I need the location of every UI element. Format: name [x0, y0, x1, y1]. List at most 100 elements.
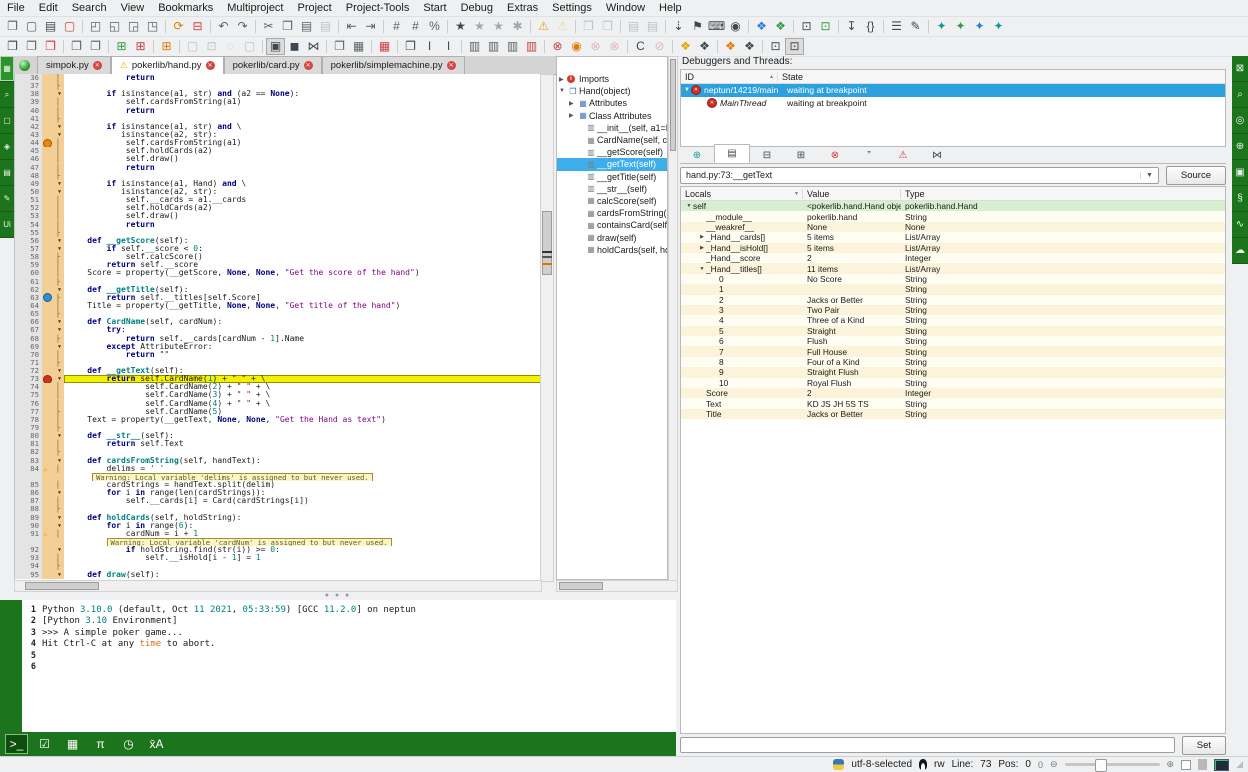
- code-text[interactable]: [64, 505, 541, 513]
- fold-arrow-icon[interactable]: ▼: [58, 237, 61, 245]
- code-text[interactable]: self.CardName(5): [64, 408, 541, 416]
- menu-item-project[interactable]: Project: [291, 2, 339, 14]
- editor-margin[interactable]: ├: [42, 82, 64, 91]
- editor-margin[interactable]: ▼: [42, 570, 64, 579]
- line-number[interactable]: 91: [15, 529, 42, 539]
- editor-margin[interactable]: ▼: [42, 342, 64, 351]
- editor-margin[interactable]: ├: [42, 228, 64, 237]
- next-breakpoint-button[interactable]: ⊗: [586, 38, 605, 55]
- panel-toggle-icon[interactable]: [1198, 759, 1208, 770]
- outline-item[interactable]: ▦containsCard(self, c, c: [557, 219, 667, 231]
- stack-frame-combobox[interactable]: hand.py:73:__getText ▼: [680, 166, 1159, 184]
- tab-call-stack[interactable]: ⊟: [750, 147, 784, 163]
- attach-window-button[interactable]: ⊡: [785, 37, 804, 55]
- fold-arrow-icon[interactable]: ▼: [58, 367, 61, 375]
- save-file-as-button[interactable]: ◱: [105, 18, 124, 35]
- variable-row[interactable]: ▶ _Hand__cards[] 5 items List/Array: [681, 232, 1225, 243]
- uncomment-button[interactable]: #: [406, 18, 425, 35]
- expander-icon[interactable]: ▶: [569, 112, 577, 119]
- goto-last-edit-button[interactable]: ⇣: [669, 18, 688, 35]
- zoom-box-button[interactable]: ▢: [240, 38, 259, 55]
- variable-row[interactable]: _Hand__score 2 Integer: [681, 252, 1225, 264]
- outline-item[interactable]: ▦ draw(self): [557, 231, 667, 243]
- tab-global-variables[interactable]: ⊕: [680, 147, 714, 163]
- outline-item[interactable]: ▦CardName(self, cardN: [557, 134, 667, 146]
- fold-arrow-icon[interactable]: ▼: [58, 131, 61, 139]
- outline-item[interactable]: ▥ __str__(self): [557, 183, 667, 195]
- edit-properties-button[interactable]: ✎: [906, 18, 925, 35]
- expander-icon[interactable]: ▶: [569, 100, 577, 107]
- editor-margin[interactable]: ▼: [42, 326, 64, 335]
- sidebar-mqtt-monitor[interactable]: ☁: [1232, 238, 1248, 264]
- code-text[interactable]: [64, 82, 541, 90]
- sidebar-symbols-viewer[interactable]: ▢: [0, 108, 14, 134]
- variables-column-type[interactable]: Type: [901, 189, 1225, 199]
- tab-exceptions[interactable]: ⊗: [818, 147, 852, 163]
- editor-margin[interactable]: ⚠ │: [42, 464, 64, 473]
- code-text[interactable]: self.holdCards(a2): [64, 147, 541, 155]
- editor-margin[interactable]: │: [42, 163, 64, 172]
- expander-icon[interactable]: ▼: [559, 88, 567, 94]
- code-text[interactable]: Title = property(__getTitle, None, None,…: [64, 302, 541, 310]
- previous-change-button[interactable]: ❒: [598, 18, 617, 35]
- editor-margin[interactable]: │: [42, 212, 64, 221]
- search-open-window-button[interactable]: ❖: [771, 18, 790, 35]
- fold-arrow-icon[interactable]: ▼: [58, 286, 61, 294]
- code-text[interactable]: [64, 115, 541, 123]
- log-viewer-button[interactable]: ◷: [117, 734, 140, 754]
- tab-disassembly[interactable]: ”: [852, 147, 886, 163]
- code-text[interactable]: isinstance(a2, str):: [64, 131, 541, 139]
- code-text[interactable]: def holdCards(self, holdString):: [64, 514, 541, 522]
- variable-row[interactable]: ▶ _Hand__isHold[] 5 items List/Array: [681, 242, 1225, 253]
- code-text[interactable]: self.CardName(4) + " " + \: [64, 400, 541, 408]
- variable-row[interactable]: 8 Four of a Kind String: [681, 356, 1225, 368]
- new-document-view-button[interactable]: ❐: [401, 38, 420, 55]
- code-text[interactable]: [64, 310, 541, 318]
- previous-warning-button[interactable]: ⚠: [553, 18, 572, 35]
- scrollbar-handle[interactable]: [25, 582, 99, 590]
- editor-margin[interactable]: ▼: [42, 244, 64, 254]
- set-button[interactable]: Set: [1181, 735, 1226, 755]
- detach-window-button[interactable]: ⊡: [766, 38, 785, 55]
- variable-row[interactable]: ▼ _Hand__titles[] 11 items List/Array: [681, 263, 1225, 274]
- code-text[interactable]: self.draw(): [64, 155, 541, 163]
- new-file-button[interactable]: ▢: [22, 18, 41, 35]
- profile-table-button[interactable]: ▥: [465, 38, 484, 55]
- code-text[interactable]: [64, 424, 541, 432]
- variable-row[interactable]: 7 Full House String: [681, 346, 1225, 357]
- outline-item[interactable]: ▶ ▦ Class Attributes: [557, 110, 667, 122]
- editor-margin[interactable]: ▼: [42, 521, 64, 530]
- shell-console[interactable]: 1 Python 3.10.0 (default, Oct 11 2021, 05…: [0, 600, 676, 732]
- line-number[interactable]: 84: [15, 464, 42, 473]
- code-text[interactable]: if isinstance(a1, str) and \: [64, 123, 541, 131]
- menu-item-window[interactable]: Window: [599, 2, 652, 14]
- goto-brace-button[interactable]: ⚑: [688, 18, 707, 35]
- editor-margin[interactable]: │: [42, 138, 64, 148]
- outline-item[interactable]: ▼ ❒ Hand(object): [557, 85, 667, 97]
- source-outline-tree[interactable]: ▶ i Imports ▼ ❒ Hand(object) ▶ ▦ Attributes ▶ ▦ Cla…: [556, 56, 668, 580]
- outline-item[interactable]: ▦cardsFromString(self,: [557, 207, 667, 219]
- menu-item-settings[interactable]: Settings: [545, 2, 599, 14]
- code-text[interactable]: if self.__score < 0:: [64, 245, 541, 253]
- tab-local-variables[interactable]: ▤: [714, 144, 750, 163]
- stop-script-button[interactable]: ⊘: [650, 38, 669, 55]
- thread-row[interactable]: ▼ ✕ neptun/14219/main waiting at breakpoint: [681, 84, 1225, 97]
- outline-item[interactable]: ▶ ▦ Attributes: [557, 97, 667, 109]
- editor-margin[interactable]: │: [42, 147, 64, 156]
- code-text[interactable]: return: [64, 74, 541, 82]
- monitor-icon[interactable]: [1214, 758, 1230, 771]
- show-filled-button[interactable]: ◼: [285, 38, 304, 55]
- editor-margin[interactable]: │: [42, 74, 64, 83]
- editor-margin[interactable]: ▼: [42, 187, 64, 197]
- callgraph-table-button[interactable]: ▥: [503, 38, 522, 55]
- editor-tab[interactable]: simpok.py ✕: [37, 56, 111, 74]
- editor-margin[interactable]: ▼: [42, 130, 64, 140]
- editor-margin[interactable]: ▼: [42, 367, 64, 376]
- indent-button[interactable]: ⇥: [361, 18, 380, 35]
- add-session-button[interactable]: ⊞: [112, 38, 131, 55]
- thread-row[interactable]: ✕ MainThread waiting at breakpoint: [681, 97, 1225, 110]
- editor-vertical-scrollbar[interactable]: [540, 74, 554, 582]
- sidebar-unicode-viewer[interactable]: Ui: [0, 212, 14, 238]
- debug-script-button[interactable]: ❖: [695, 38, 714, 55]
- code-text[interactable]: if isinstance(a1, Hand) and \: [64, 180, 541, 188]
